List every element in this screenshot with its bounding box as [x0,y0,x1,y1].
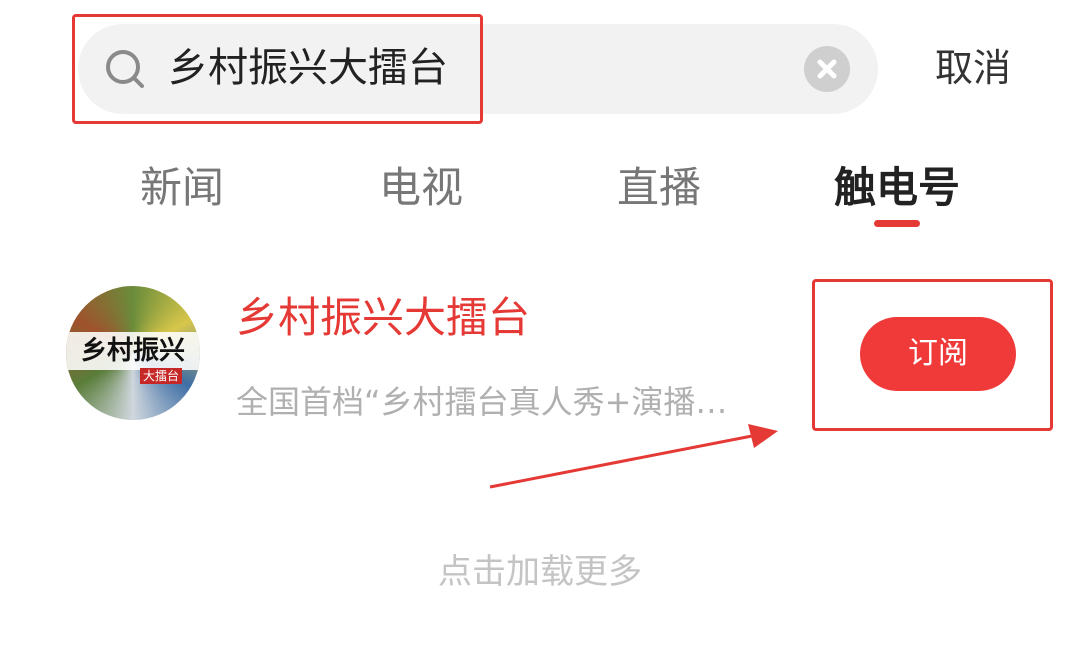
active-tab-indicator [874,220,920,227]
tab-live[interactable]: 直播 [589,158,729,218]
load-more-link[interactable]: 点击加载更多 [0,546,1080,598]
result-title[interactable]: 乡村振兴大擂台 [236,288,530,348]
annotation-box-search [72,14,483,124]
avatar-logo-subtext: 大擂台 [139,368,182,384]
avatar-logo-text: 乡村振兴 [66,332,200,370]
tab-news[interactable]: 新闻 [112,158,252,218]
result-description: 全国首档“乡村擂台真人秀+演播… [236,383,728,421]
avatar[interactable]: 乡村振兴 大擂台 [66,286,200,420]
annotation-box-subscribe [812,279,1053,431]
tab-chudianhao[interactable]: 触电号 [827,158,967,218]
tab-tv[interactable]: 电视 [351,158,491,218]
cancel-button[interactable]: 取消 [935,40,1011,96]
clear-icon[interactable] [804,46,850,92]
